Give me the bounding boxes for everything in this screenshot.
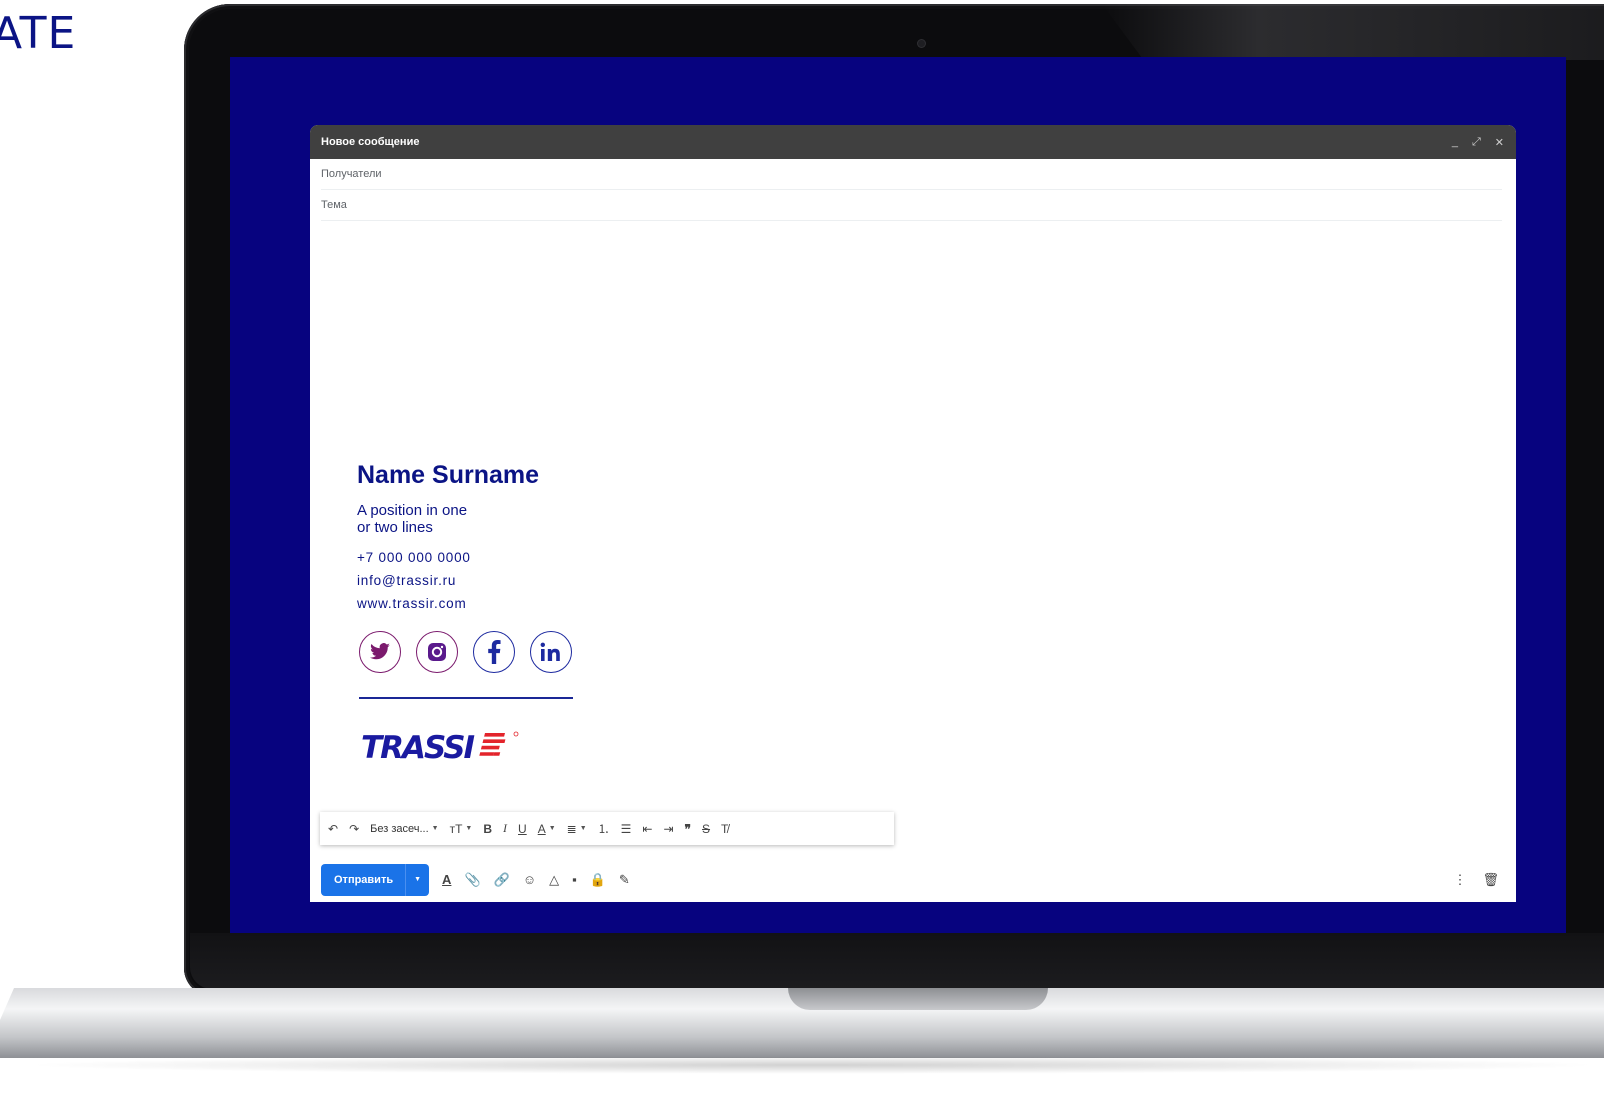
chevron-down-icon: ▼ xyxy=(548,825,556,832)
lid-glare xyxy=(1102,4,1604,60)
signature-email[interactable]: info@trassir.ru xyxy=(357,573,617,588)
subject-input[interactable] xyxy=(354,199,1502,211)
text-color-button[interactable]: A ▼ xyxy=(538,822,556,836)
chevron-down-icon: ▼ xyxy=(579,825,587,832)
laptop-shadow xyxy=(20,1056,1604,1074)
subject-label: Тема xyxy=(321,199,347,211)
header-controls: _ ⤢ ✕ xyxy=(1452,136,1504,149)
compose-title: Новое сообщение xyxy=(321,136,420,148)
svg-text:TRASSI: TRASSI xyxy=(361,730,475,763)
insert-photo-icon[interactable]: ▪ xyxy=(572,872,577,887)
font-size-icon[interactable]: ᴛT ▼ xyxy=(450,822,473,836)
more-actions: ⋮ 🗑 xyxy=(1453,872,1505,888)
attach-file-icon[interactable]: 📎 xyxy=(464,872,480,888)
message-body[interactable]: Name Surname A position in one or two li… xyxy=(310,221,1516,811)
laptop-screen: Новое сообщение _ ⤢ ✕ Получатели Тема Na… xyxy=(230,57,1566,933)
compose-header: Новое сообщение _ ⤢ ✕ xyxy=(310,125,1516,159)
attachment-tools: A 📎 🔗 ☺ △ ▪ 🔒 ✎ xyxy=(442,872,630,888)
social-links xyxy=(359,631,617,673)
quote-icon[interactable]: ❞ xyxy=(685,822,691,836)
drive-icon[interactable]: △ xyxy=(549,872,559,888)
clear-formatting-icon[interactable]: T̸ xyxy=(721,822,728,836)
facebook-icon[interactable] xyxy=(473,631,515,673)
indent-less-icon[interactable]: ⇤ xyxy=(642,822,652,836)
undo-icon[interactable]: ↶ xyxy=(328,822,338,836)
compose-window: Новое сообщение _ ⤢ ✕ Получатели Тема Na… xyxy=(310,125,1516,902)
text-color-label: A xyxy=(537,821,546,836)
formatting-toolbar: ↶ ↷ Без засеч... ▼ ᴛT ▼ B I U A ▼ ≣ ▼ ⒈ ☰ ⇤ … xyxy=(320,812,894,845)
twitter-icon[interactable] xyxy=(359,631,401,673)
recipients-label: Получатели xyxy=(321,168,382,180)
subject-row: Тема xyxy=(321,190,1502,221)
email-signature: Name Surname A position in one or two li… xyxy=(357,461,617,768)
formatting-options-label: A xyxy=(442,872,452,887)
chevron-down-icon: ▼ xyxy=(465,825,473,832)
recipients-input[interactable] xyxy=(389,168,1502,180)
laptop-base-notch xyxy=(788,988,1048,1010)
linkedin-icon[interactable] xyxy=(530,631,572,673)
redo-icon[interactable]: ↷ xyxy=(349,822,359,836)
send-options-icon[interactable]: ▼ xyxy=(405,863,429,896)
signature-divider xyxy=(359,697,573,699)
corner-heading: ATE xyxy=(0,8,77,59)
instagram-icon[interactable] xyxy=(416,631,458,673)
insert-link-icon[interactable]: 🔗 xyxy=(494,872,510,888)
page: ATE Новое сообщение _ ⤢ ✕ Получатели Тем… xyxy=(0,0,1604,1095)
laptop-bezel-bottom xyxy=(190,933,1604,989)
underline-button[interactable]: U xyxy=(518,822,527,836)
trassir-logo: TRASSI xyxy=(359,729,617,768)
formatting-options-icon[interactable]: A xyxy=(442,872,451,887)
minimize-icon[interactable]: _ xyxy=(1452,136,1458,149)
confidential-mode-icon[interactable]: 🔒 xyxy=(590,872,606,888)
numbered-list-icon[interactable]: ⒈ xyxy=(598,820,610,837)
signature-pen-icon[interactable]: ✎ xyxy=(619,872,630,888)
font-family-select[interactable]: Без засеч... ▼ xyxy=(370,823,438,835)
recipients-row: Получатели xyxy=(321,159,1502,190)
emoji-icon[interactable]: ☺ xyxy=(523,872,536,887)
expand-icon[interactable]: ⤢ xyxy=(1472,136,1481,149)
camera-icon xyxy=(918,40,925,47)
align-icon[interactable]: ≣ ▼ xyxy=(567,822,587,836)
signature-name: Name Surname xyxy=(357,461,540,489)
italic-button[interactable]: I xyxy=(503,821,507,836)
signature-position: A position in one or two lines xyxy=(357,502,468,536)
discard-trash-icon[interactable]: 🗑 xyxy=(1482,872,1499,888)
send-label: Отправить xyxy=(334,873,394,886)
close-icon[interactable]: ✕ xyxy=(1495,136,1504,149)
signature-phone: +7 000 000 0000 xyxy=(357,550,471,565)
bold-button[interactable]: B xyxy=(483,822,492,836)
more-options-icon[interactable]: ⋮ xyxy=(1453,872,1466,888)
send-button[interactable]: Отправить ▼ xyxy=(321,863,430,896)
compose-actions: Отправить ▼ A 📎 🔗 ☺ △ ▪ 🔒 ✎ ⋮ 🗑 xyxy=(310,857,1516,902)
font-family-label: Без засеч... xyxy=(370,822,429,835)
bulleted-list-icon[interactable]: ☰ xyxy=(621,822,632,836)
strikethrough-icon[interactable]: S xyxy=(702,822,710,836)
signature-website[interactable]: www.trassir.com xyxy=(357,596,617,611)
indent-more-icon[interactable]: ⇥ xyxy=(663,822,673,836)
chevron-down-icon: ▼ xyxy=(431,825,439,832)
